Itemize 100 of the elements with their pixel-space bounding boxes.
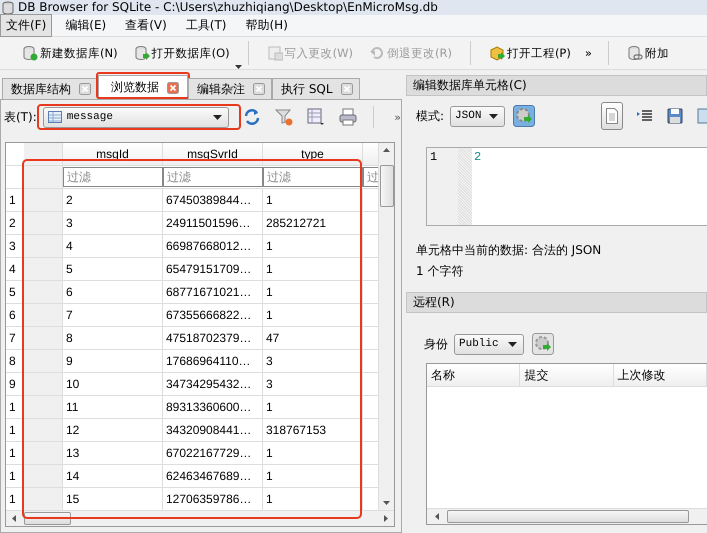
field-label: 身份 [424,336,448,352]
overflow-button[interactable]: » [394,110,401,124]
menu-item[interactable]: 帮助(H) [240,14,294,37]
close-icon [79,83,91,95]
table-icon [48,111,62,123]
table-icon [307,108,326,126]
table-cell: 6 [63,281,163,303]
table-cell: 3 [263,350,363,372]
left-arrow-icon [12,515,16,522]
document-icon [606,108,618,124]
row-header[interactable]: 4 [6,258,63,280]
cell-value: 2 [473,149,482,166]
menu-item[interactable]: 编辑(E) [59,14,112,37]
save-icon [667,108,683,124]
indent-icon [637,109,653,123]
panel-title: 远程(R) [406,292,707,313]
filter-field[interactable]: 过滤 [163,167,263,187]
table-cell: 17686964110… [163,350,263,372]
table-cell: 47518702379… [163,327,263,349]
panel-title: 编辑数据库单元格(C) [406,75,707,96]
table-cell: 3 [63,212,163,234]
table-cell: 3 [263,373,363,395]
toolbar-button[interactable]: 打开工程(P) [484,43,575,63]
table-cell: 1 [263,258,363,280]
table-cell: 24911501596… [163,212,263,234]
revert-icon [368,45,385,61]
table-cell: 11 [63,396,163,418]
table-cell: 68771671021… [163,281,263,303]
table-cell: 10 [63,373,163,395]
scroll-thumb[interactable] [447,510,689,523]
menu-item[interactable]: 文件(F) [0,14,52,37]
filter-field[interactable]: 过滤 [63,167,163,187]
table-cell: 7 [63,304,163,326]
close-icon [167,82,179,94]
field-label: 表(T): [4,108,37,126]
column-header[interactable]: 上次修改 [614,364,707,386]
filter-field[interactable]: 过滤 [263,167,363,187]
column-header: msgSvrId [163,143,263,165]
tab[interactable]: 数据库结构 [2,78,98,99]
left-arrow-icon [435,513,439,520]
identity-dropdown[interactable]: Public [454,334,524,354]
table-cell: 89313360600… [163,396,263,418]
caret-icon [234,65,242,69]
table-cell: 62463467689… [163,465,263,487]
table-cell: 34320908441… [163,419,263,441]
toolbar-button[interactable]: 附加 [622,43,673,63]
gear-icon [512,105,534,127]
refresh-icon [243,108,262,126]
table-cell: 1 [263,396,363,418]
overflow-button[interactable]: » [582,46,594,60]
toolbar-button[interactable]: 打开数据库(O) [130,43,234,63]
row-number: 1 [8,492,16,506]
row-number: 1 [8,446,16,460]
menu-item[interactable]: 工具(T) [180,14,232,37]
table-cell: 12 [63,419,163,441]
scrollbar[interactable] [427,508,707,524]
window-title: DB Browser for SQLite - C:\Users\zhuzhiqiang\Desktop\EnMicroMsg.db [18,0,438,15]
table-cell: 1 [263,304,363,326]
text-editor[interactable]: 1 2 [426,147,707,226]
table-cell: 9 [63,350,163,372]
table-cell: 34734295432… [163,373,263,395]
table-cell: 1 [263,442,363,464]
table-cell: 14 [63,465,163,487]
row-number: 9 [8,377,16,391]
down-arrow-icon [383,501,390,505]
tab[interactable]: 浏览数据 [98,75,188,99]
table-cell: 2 [63,189,163,211]
column-header[interactable]: 提交 [520,364,614,386]
filter-icon [275,108,294,126]
printer-icon [339,108,358,126]
row-number: 1 [8,193,16,207]
row-number: 5 [8,285,16,299]
close-icon [340,83,353,95]
row-number: 3 [8,239,16,253]
caret-icon [508,342,517,346]
menu-item[interactable]: 查看(V) [119,14,173,37]
scroll-thumb[interactable] [380,165,394,207]
toolbar-button[interactable] [600,102,623,130]
row-number: 7 [8,331,16,345]
table-dropdown[interactable]: message [42,106,230,128]
table-cell: 1 [263,235,363,257]
toolbar-button[interactable]: 新建数据库(N) [18,43,122,63]
mode-dropdown[interactable]: JSON [450,106,504,126]
column-header[interactable]: 名称 [427,364,520,386]
table-cell: 13 [63,442,163,464]
caret-icon [213,114,222,120]
row-number: 2 [8,216,16,230]
column-header: msgId [63,143,163,165]
table-cell: 4 [63,235,163,257]
tab[interactable]: 执行 SQL [272,78,360,99]
row-number: 1 [8,400,16,414]
table-cell: 67450389844… [163,189,263,211]
scrollbar[interactable] [378,143,394,510]
table-cell: 67355666822… [163,304,263,326]
table-cell: 67022167729… [163,442,263,464]
row-number: 6 [8,308,16,322]
tab[interactable]: 编辑杂注 [188,78,272,99]
table-cell: 1 [263,465,363,487]
line-number: 1 [427,148,458,225]
status-text: 单元格中当前的数据: 合法的 JSON [416,242,602,259]
